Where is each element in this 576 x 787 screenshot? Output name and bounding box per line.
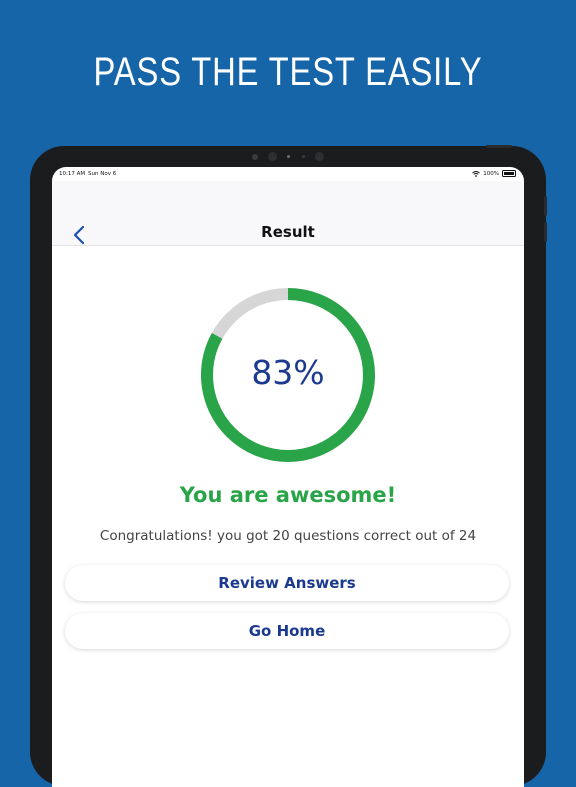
score-percent: 83% xyxy=(251,353,325,392)
status-indicators: 100% xyxy=(472,170,516,177)
indicator-light-icon xyxy=(287,155,290,158)
result-message: Congratulations! you got 20 questions co… xyxy=(99,528,477,544)
result-headline: You are awesome! xyxy=(179,483,397,507)
volume-up-button xyxy=(544,196,547,216)
status-time: 10:17 AM xyxy=(59,171,86,177)
status-date: Sun Nov 6 xyxy=(88,171,117,177)
face-sensor-icon xyxy=(315,152,324,161)
battery-percent: 100% xyxy=(483,170,499,177)
go-home-button[interactable]: Go Home xyxy=(65,613,509,649)
microphone-icon xyxy=(302,155,305,158)
volume-down-button xyxy=(544,222,547,242)
camera-bar xyxy=(250,150,330,164)
battery-icon xyxy=(502,170,516,177)
status-bar: 10:17 AM Sun Nov 6 100% xyxy=(52,167,524,181)
app-screen: 10:17 AM Sun Nov 6 100% Result 83% You a… xyxy=(52,167,524,787)
review-answers-button[interactable]: Review Answers xyxy=(65,565,509,601)
promo-headline: PASS THE TEST EASILY xyxy=(93,50,483,94)
power-button xyxy=(486,145,512,148)
nav-bar: Result xyxy=(52,181,524,246)
camera-icon xyxy=(268,152,277,161)
sensor-icon xyxy=(252,154,258,160)
wifi-icon xyxy=(472,170,481,177)
page-title: Result xyxy=(261,223,315,241)
